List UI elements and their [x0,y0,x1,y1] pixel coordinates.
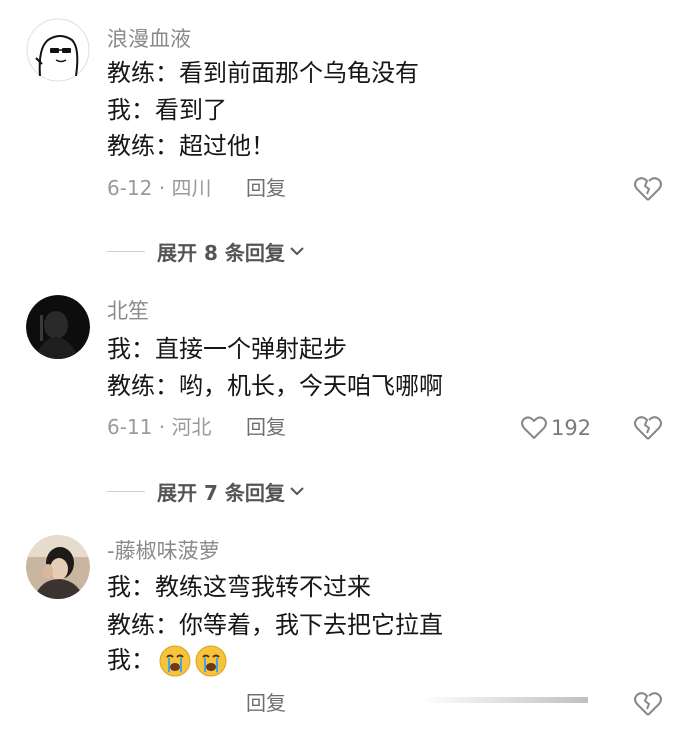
chevron-down-icon [290,487,304,496]
expand-replies-button[interactable]: 展开 8 条回复 [107,237,306,265]
comment-text-line: 我：直接一个弹射起步 [107,335,347,363]
avatar[interactable] [26,18,90,82]
expand-replies-label: 展开 8 条回复 [157,240,285,265]
comment-text: 我： [107,646,155,674]
avatar[interactable] [26,535,90,599]
divider [107,250,145,252]
comment-text-line: 我：看到了 [107,96,227,124]
like-button[interactable]: 192 [521,415,591,441]
avatar[interactable] [26,295,90,359]
scroll-fade [420,697,588,703]
heart-outline-icon [521,416,547,439]
expand-replies-button[interactable]: 展开 7 条回复 [107,477,306,505]
divider [107,490,145,492]
comment-username[interactable]: 浪漫血液 [107,26,191,52]
comment-text-line: 我：教练这弯我转不过来 [107,573,371,601]
comment-username[interactable]: 北笙 [107,298,149,324]
broken-heart-icon[interactable] [633,415,663,441]
comment-date-location: 6-11 · 河北 [107,415,212,439]
reply-button[interactable]: 回复 [246,690,286,716]
comment-text-line-emoji: 我： [107,645,227,677]
comment-username[interactable]: -藤椒味菠萝 [107,538,220,564]
like-count: 192 [551,416,592,440]
expand-replies-label: 展开 7 条回复 [157,480,285,505]
crying-face-emoji [159,645,191,677]
comment-text-line: 教练：哟，机长，今天咱飞哪啊 [107,372,443,400]
broken-heart-icon[interactable] [633,176,663,202]
comment-text-line: 教练：你等着，我下去把它拉直 [107,611,443,639]
crying-face-emoji [195,645,227,677]
comment-text-line: 教练：看到前面那个乌龟没有 [107,59,419,87]
chevron-down-icon [290,247,304,256]
reply-button[interactable]: 回复 [246,414,286,440]
comment-date-location: 6-12 · 四川 [107,176,212,200]
broken-heart-icon[interactable] [633,691,663,717]
reply-button[interactable]: 回复 [246,175,286,201]
comment-text-line: 教练：超过他！ [107,132,275,160]
